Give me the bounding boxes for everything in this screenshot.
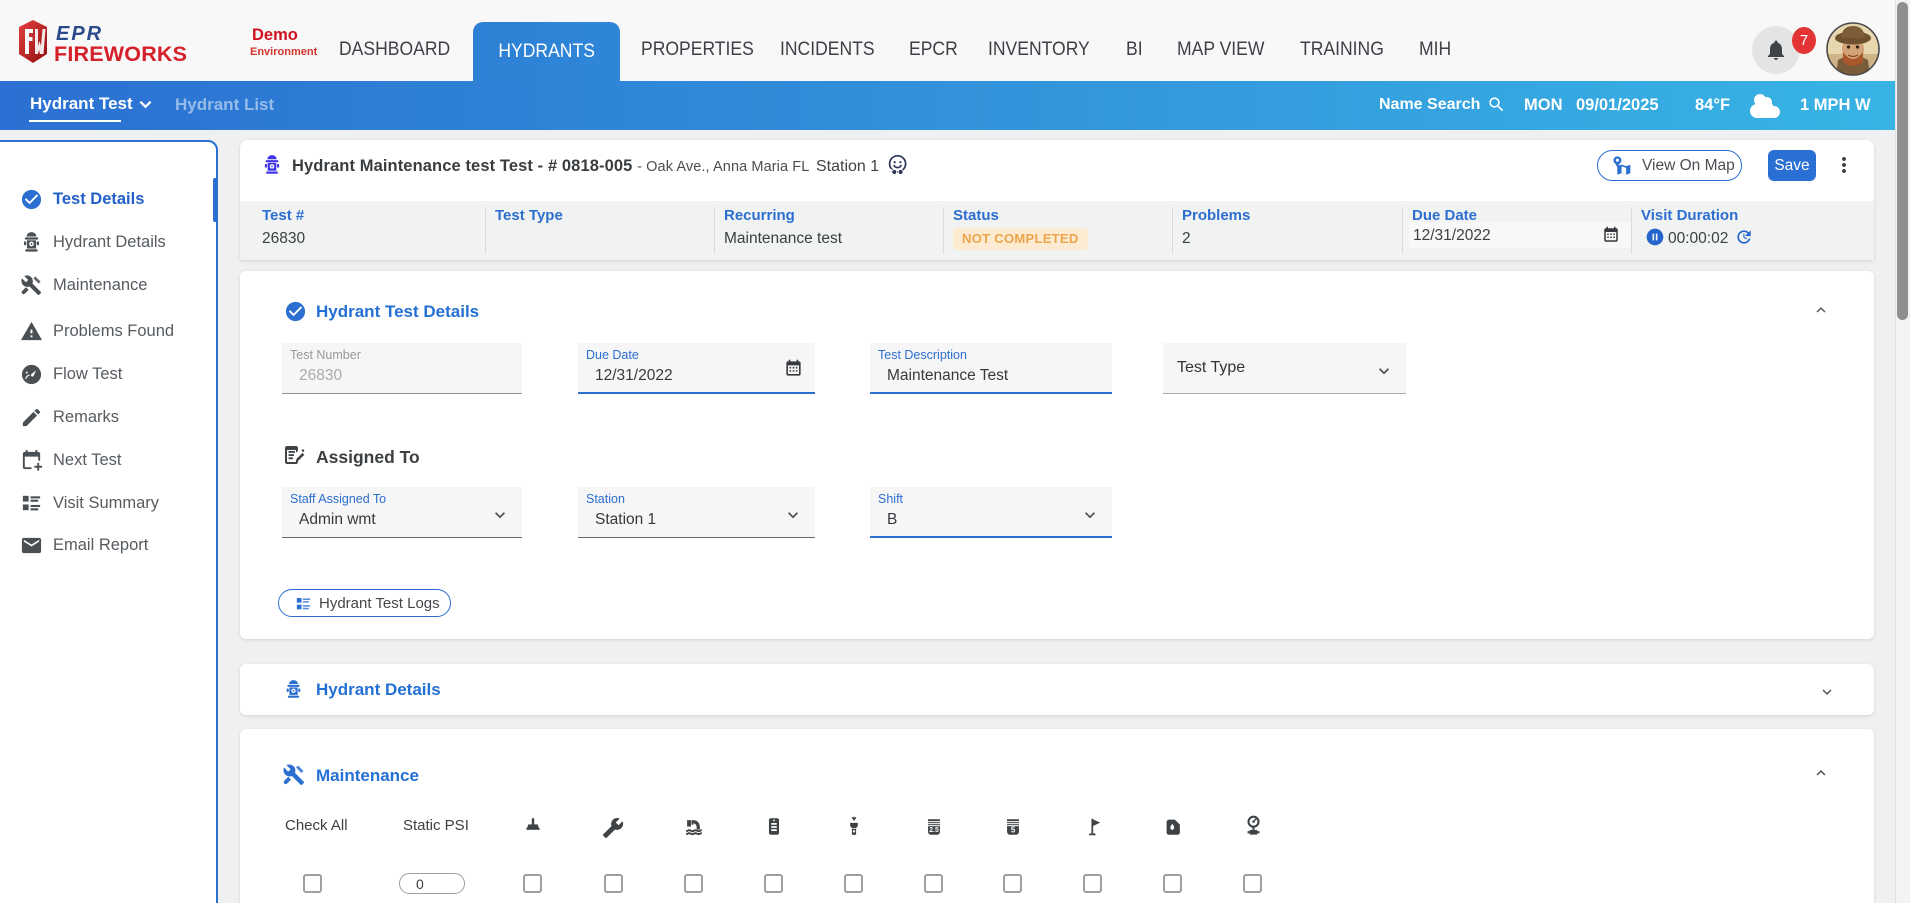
svg-text:2.5: 2.5 <box>929 827 939 834</box>
svg-text:5: 5 <box>1011 826 1016 835</box>
